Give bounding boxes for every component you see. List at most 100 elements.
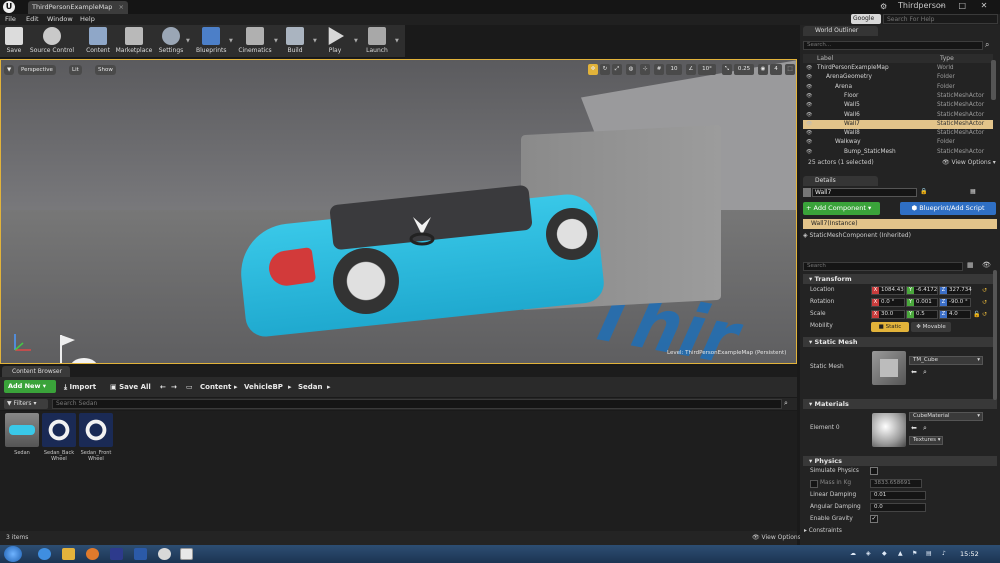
build-button[interactable]: Build (284, 26, 306, 57)
play-dropdown-icon[interactable]: ▼ (354, 38, 358, 44)
explorer-icon[interactable] (62, 548, 75, 560)
start-button-icon[interactable] (4, 546, 22, 562)
material-thumbnail[interactable] (872, 413, 906, 447)
browse-icon[interactable]: ⌕ (923, 368, 927, 377)
player-start-icon[interactable] (49, 330, 109, 364)
visibility-eye-icon[interactable]: 👁 (806, 73, 812, 82)
material-dropdown[interactable]: CubeMaterial ▾ (909, 412, 983, 421)
filters-button[interactable]: ▼ Filters ▾ (4, 399, 48, 409)
outliner-scrollbar[interactable] (991, 60, 996, 100)
breadcrumb-sedan[interactable]: Sedan (298, 383, 323, 391)
outliner-row[interactable]: 👁 Wall5 StaticMeshActor (803, 101, 993, 110)
outliner-search-input[interactable]: Search... (803, 41, 983, 50)
content-button[interactable]: Content (84, 26, 112, 57)
outliner-view-options-button[interactable]: 👁 View Options ▾ (942, 159, 996, 166)
visibility-eye-icon[interactable]: 👁 (806, 83, 812, 92)
launch-dropdown-icon[interactable]: ▼ (395, 38, 399, 44)
search-provider-dropdown[interactable]: Google (851, 14, 881, 24)
reset-location-icon[interactable]: ↺ (982, 287, 987, 294)
search-icon[interactable]: ⌕ (985, 40, 989, 50)
reset-scale-icon[interactable]: ↺ (982, 311, 987, 318)
volume-icon[interactable]: ♪ (942, 550, 946, 557)
import-button[interactable]: ⤓ Import (64, 383, 96, 392)
rotate-mode-icon[interactable]: ↻ (600, 64, 610, 75)
surface-snap-icon[interactable]: ⊹ (640, 64, 650, 75)
reset-rotation-icon[interactable]: ↺ (982, 299, 987, 306)
static-mesh-section-header[interactable]: ▾ Static Mesh (803, 337, 997, 347)
asset-tile[interactable]: Sedan_Front Wheel (79, 413, 113, 462)
details-tab[interactable]: Details (803, 176, 878, 186)
translate-mode-icon[interactable]: ✥ (588, 64, 598, 75)
breadcrumb-vehiclebp[interactable]: VehicleBP (244, 383, 283, 391)
location-z-field[interactable]: Z 327.734 (939, 286, 972, 295)
breadcrumb-content[interactable]: Content (200, 383, 231, 391)
window-controls[interactable]: – □ ✕ (940, 1, 993, 10)
source-control-button[interactable]: Source Control (28, 26, 76, 57)
save-button[interactable]: Save (3, 26, 25, 57)
ie-icon[interactable] (38, 548, 51, 560)
scale-x-field[interactable]: X 30.0 (871, 310, 905, 319)
menu-window[interactable]: Window (47, 14, 73, 25)
tray-icon[interactable]: ☁ (850, 550, 856, 557)
content-search-input[interactable]: Search Sedan (52, 399, 782, 409)
menu-file[interactable]: File (5, 14, 16, 25)
tray-icon[interactable]: ◆ (882, 550, 887, 557)
simulate-physics-checkbox[interactable] (870, 467, 878, 475)
flag-icon[interactable]: ⚑ (912, 550, 917, 557)
visibility-eye-icon[interactable]: 👁 (806, 111, 812, 120)
save-all-button[interactable]: ▣ Save All (110, 383, 151, 391)
details-search-input[interactable]: Search (803, 262, 963, 271)
col-label[interactable]: Label (817, 54, 833, 63)
settings-button[interactable]: Settings (158, 26, 184, 57)
constraints-row[interactable]: ▸ Constraints (804, 528, 842, 534)
actor-name-field[interactable]: Wall7 (812, 188, 917, 197)
folder-icon[interactable]: ▭ (186, 383, 193, 391)
linear-damping-field[interactable]: 0.01 (870, 491, 926, 500)
close-tab-icon[interactable]: × (119, 1, 124, 14)
blueprints-button[interactable]: Blueprints (196, 26, 227, 57)
rotation-x-field[interactable]: X 0.0 ° (871, 298, 905, 307)
visibility-eye-icon[interactable]: 👁 (806, 64, 812, 73)
materials-section-header[interactable]: ▾ Materials (803, 399, 997, 409)
scale-mode-icon[interactable]: ⤢ (612, 64, 622, 75)
outliner-row[interactable]: 👁 Wall7 StaticMeshActor (803, 119, 993, 130)
asset-tile[interactable]: Sedan (5, 413, 39, 456)
outliner-row[interactable]: 👁 Arena Folder (803, 83, 993, 92)
outliner-row[interactable]: 👁 Wall8 StaticMeshActor (803, 129, 993, 138)
play-button[interactable]: Play (323, 26, 347, 57)
settings-dropdown-icon[interactable]: ▼ (186, 38, 190, 44)
rotation-snap-icon[interactable]: ∠ (686, 64, 696, 75)
chrome-icon[interactable] (158, 548, 171, 560)
taskbar-clock[interactable]: 15:52 (960, 550, 979, 558)
grid-snap-value[interactable]: 10 (666, 64, 682, 75)
word-icon[interactable] (134, 548, 147, 560)
add-component-button[interactable]: + Add Component ▾ (803, 202, 880, 215)
visibility-eye-icon[interactable]: 👁 (806, 92, 812, 101)
transform-section-header[interactable]: ▾ Transform (803, 274, 997, 284)
textures-dropdown[interactable]: Textures ▾ (909, 436, 943, 445)
outliner-row[interactable]: 👁 Floor StaticMeshActor (803, 92, 993, 101)
use-selected-icon[interactable]: ⬅ (911, 368, 917, 376)
outliner-row[interactable]: 👁 Wall6 StaticMeshActor (803, 111, 993, 120)
rotation-z-field[interactable]: Z -90.0 ° (939, 298, 971, 307)
tray-icon[interactable]: ▲ (898, 550, 903, 557)
asset-tile[interactable]: Sedan_Back Wheel (42, 413, 76, 462)
location-label[interactable]: Location (810, 287, 835, 293)
visibility-eye-icon[interactable]: 👁 (806, 101, 812, 110)
maximize-viewport-icon[interactable]: ⬚ (785, 64, 795, 75)
angular-damping-field[interactable]: 0.0 (870, 503, 926, 512)
visibility-icon[interactable]: 👁 (982, 261, 991, 269)
scale-lock-icon[interactable]: 🔓 (973, 311, 980, 318)
visibility-eye-icon[interactable]: 👁 (806, 148, 812, 157)
camera-speed-icon[interactable]: ◉ (758, 64, 768, 75)
scale-y-field[interactable]: Y 0.5 (906, 310, 938, 319)
camera-speed-value[interactable]: 4 (770, 64, 782, 75)
outliner-row[interactable]: 👁 Bump_StaticMesh StaticMeshActor (803, 148, 993, 157)
cinematics-button[interactable]: Cinematics (238, 26, 272, 57)
scale-snap-icon[interactable]: ⤡ (722, 64, 732, 75)
history-forward-icon[interactable]: → (171, 383, 177, 391)
help-search-input[interactable]: Search For Help (883, 14, 998, 24)
details-scrollbar[interactable] (993, 270, 997, 400)
outliner-row[interactable]: 👁 ArenaGeometry Folder (803, 73, 993, 82)
transform-gizmo-icon[interactable] (409, 195, 435, 250)
